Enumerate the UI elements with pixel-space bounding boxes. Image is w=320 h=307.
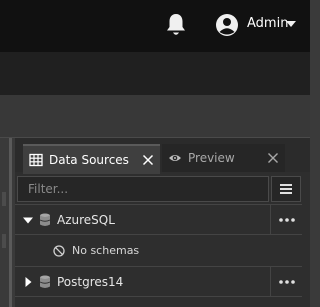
user-circle-icon[interactable] — [215, 13, 239, 37]
edge-handle — [2, 192, 6, 206]
ban-icon — [53, 244, 65, 257]
edge-handle — [2, 234, 6, 248]
hamburger-icon — [280, 184, 292, 194]
tab-data-sources[interactable]: Data Sources — [23, 144, 160, 174]
panel-splitter[interactable] — [9, 138, 12, 307]
close-icon[interactable] — [142, 154, 154, 166]
caret-down-icon[interactable] — [23, 215, 33, 225]
tab-label: Preview — [188, 151, 235, 165]
user-name[interactable]: Admin — [247, 16, 288, 31]
tab-bar: Data Sources Preview — [15, 138, 310, 174]
eye-icon — [169, 155, 181, 161]
caret-down-icon[interactable] — [286, 20, 296, 28]
data-sources-panel: Data Sources Preview Filter... AzureSQL … — [15, 138, 310, 307]
source-row-azuresql[interactable]: AzureSQL — [15, 204, 302, 235]
ellipsis-icon — [278, 217, 295, 222]
source-name: Postgres14 — [57, 274, 124, 289]
source-name: AzureSQL — [57, 212, 115, 227]
bell-icon[interactable] — [164, 12, 188, 38]
tab-preview[interactable]: Preview — [162, 144, 285, 172]
more-options-button[interactable] — [270, 266, 302, 297]
empty-state-label: No schemas — [72, 244, 140, 257]
more-options-button[interactable] — [270, 204, 302, 235]
ellipsis-icon — [278, 279, 295, 284]
source-row-postgres14[interactable]: Postgres14 — [15, 266, 302, 297]
close-icon[interactable] — [267, 152, 279, 164]
empty-schemas-row: No schemas — [15, 235, 302, 266]
menu-button[interactable] — [271, 176, 301, 202]
top-bar: Admin — [0, 0, 310, 52]
database-icon — [39, 275, 51, 288]
table-icon — [29, 153, 43, 167]
nav-bar — [0, 52, 310, 95]
tab-label: Data Sources — [49, 153, 129, 167]
filter-row — [15, 174, 310, 205]
caret-right-icon[interactable] — [23, 276, 33, 287]
side-panel-edge — [0, 138, 12, 307]
filter-input[interactable] — [17, 176, 269, 202]
toolbar-strip — [0, 95, 310, 138]
database-icon — [39, 213, 51, 226]
